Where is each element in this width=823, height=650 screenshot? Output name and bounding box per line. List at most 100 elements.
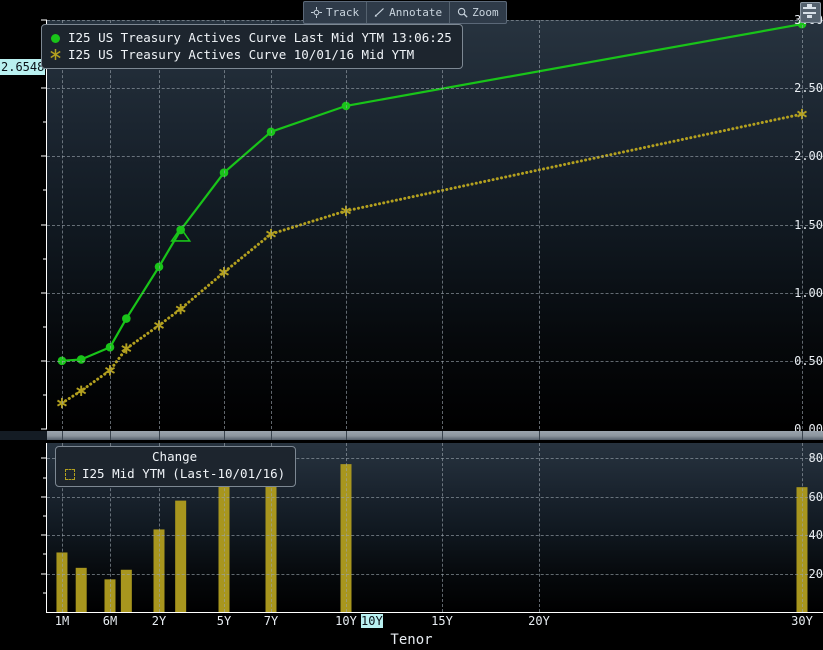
legend-label-last: I25 US Treasury Actives Curve Last Mid Y…	[68, 29, 452, 46]
y-axis-tick-mark	[41, 156, 47, 157]
splitter-tick	[442, 431, 443, 440]
change-legend[interactable]: Change I25 Mid YTM (Last-10/01/16)	[55, 446, 296, 487]
change-bar[interactable]	[56, 552, 67, 612]
data-point-last[interactable]	[220, 168, 229, 177]
y-axis-tick-label: 0.50	[779, 354, 823, 368]
data-point-prior[interactable]	[176, 304, 185, 314]
y-axis-minor-tick	[43, 190, 47, 191]
magnifier-icon	[457, 7, 468, 18]
y-axis-tick-label: 20	[779, 567, 823, 581]
data-point-last[interactable]	[155, 262, 164, 271]
splitter-tick	[110, 431, 111, 440]
data-point-last[interactable]	[122, 314, 131, 323]
bottom-y-axis-line	[46, 443, 47, 612]
change-bar[interactable]	[154, 529, 165, 612]
legend-label-change: I25 Mid YTM (Last-10/01/16)	[82, 465, 285, 482]
yield-curve-series-layer	[47, 20, 823, 429]
x-axis-tick-label: 30Y	[791, 614, 813, 628]
data-point-last[interactable]	[58, 357, 67, 366]
chart-window: Track Annotate Zoom	[0, 0, 823, 650]
legend-item-change[interactable]: I25 Mid YTM (Last-10/01/16)	[64, 465, 285, 482]
y-axis-tick-mark	[41, 496, 47, 497]
x-axis-tick-label: 1M	[55, 614, 69, 628]
y-axis-tick-label: 60	[779, 490, 823, 504]
splitter-tick	[271, 431, 272, 440]
y-axis-minor-tick	[43, 258, 47, 259]
y-axis-minor-tick	[43, 122, 47, 123]
change-bar[interactable]	[219, 472, 230, 612]
y-axis-tick-mark	[41, 224, 47, 225]
series-line-prior	[62, 114, 802, 403]
y-axis-minor-tick	[43, 515, 47, 516]
splitter-tick	[159, 431, 160, 440]
change-bar[interactable]	[266, 468, 277, 612]
y-axis-tick-mark	[41, 535, 47, 536]
y-axis-tick-label: 1.50	[779, 218, 823, 232]
y-axis-minor-tick	[43, 477, 47, 478]
annotate-button-label: Annotate	[389, 6, 442, 19]
data-point-last[interactable]	[267, 127, 276, 136]
change-legend-title: Change	[64, 449, 285, 465]
splitter-tick	[224, 431, 225, 440]
y-axis-tick-mark	[41, 573, 47, 574]
splitter-tick	[539, 431, 540, 440]
square-marker-icon	[64, 467, 75, 480]
pencil-icon	[374, 7, 385, 18]
data-point-last[interactable]	[342, 102, 351, 111]
splitter-tick	[62, 431, 63, 440]
settings-icon[interactable]	[800, 2, 821, 23]
y-axis-tick-label: 2.50	[779, 81, 823, 95]
asterisk-marker-icon	[50, 48, 61, 61]
data-point-last[interactable]	[106, 343, 115, 352]
yield-curve-legend[interactable]: I25 US Treasury Actives Curve Last Mid Y…	[41, 24, 463, 69]
legend-label-prior: I25 US Treasury Actives Curve 10/01/16 M…	[68, 46, 414, 63]
zoom-button[interactable]: Zoom	[450, 2, 506, 23]
y-axis-minor-tick	[43, 326, 47, 327]
x-axis-tick-label: 2Y	[152, 614, 166, 628]
splitter-tick	[346, 431, 347, 440]
x-axis-tick-label: 5Y	[217, 614, 231, 628]
annotate-button[interactable]: Annotate	[367, 2, 450, 23]
x-axis-tick-label: 10Y	[335, 614, 357, 628]
crosshair-icon	[311, 7, 322, 18]
splitter-gutter	[0, 431, 47, 440]
y-axis-tick-label: 1.00	[779, 286, 823, 300]
chart-toolbar: Track Annotate Zoom	[303, 1, 507, 24]
data-point-prior[interactable]	[106, 365, 115, 375]
legend-item-prior[interactable]: I25 US Treasury Actives Curve 10/01/16 M…	[50, 46, 452, 63]
y-axis-tick-mark	[41, 429, 47, 430]
y-axis-minor-tick	[43, 394, 47, 395]
legend-item-last[interactable]: I25 US Treasury Actives Curve Last Mid Y…	[50, 29, 452, 46]
x-axis-tick-label: 20Y	[528, 614, 550, 628]
y-axis-tick-mark	[41, 292, 47, 293]
data-point-prior[interactable]	[267, 229, 276, 239]
circle-marker-icon	[50, 31, 61, 44]
change-bar[interactable]	[797, 487, 808, 612]
y-axis-tick-mark	[41, 360, 47, 361]
pane-splitter[interactable]	[47, 431, 823, 440]
splitter-tick	[802, 431, 803, 440]
y-cursor-readout: 2.6548	[0, 59, 45, 75]
y-axis-tick-mark	[41, 88, 47, 89]
x-axis-tick-label: 15Y	[431, 614, 453, 628]
y-axis-minor-tick	[43, 554, 47, 555]
y-axis-tick-mark	[41, 458, 47, 459]
zoom-button-label: Zoom	[472, 6, 499, 19]
data-point-last[interactable]	[77, 355, 86, 364]
change-bar[interactable]	[105, 579, 116, 612]
y-axis-tick-label: 2.00	[779, 149, 823, 163]
y-axis-tick-mark	[41, 20, 47, 21]
x-axis-tick-label: 6M	[103, 614, 117, 628]
data-point-prior[interactable]	[77, 386, 86, 396]
series-line-last	[62, 24, 802, 361]
change-bar[interactable]	[341, 464, 352, 612]
y-axis-tick-label: 80	[779, 451, 823, 465]
yield-curve-plot[interactable]	[47, 20, 823, 429]
x-axis-line	[46, 612, 823, 613]
change-bar[interactable]	[121, 570, 132, 612]
y-axis-minor-tick	[43, 592, 47, 593]
x-axis-title: Tenor	[0, 632, 823, 648]
track-button[interactable]: Track	[304, 2, 367, 23]
change-bar[interactable]	[175, 501, 186, 612]
change-bar[interactable]	[76, 568, 87, 612]
